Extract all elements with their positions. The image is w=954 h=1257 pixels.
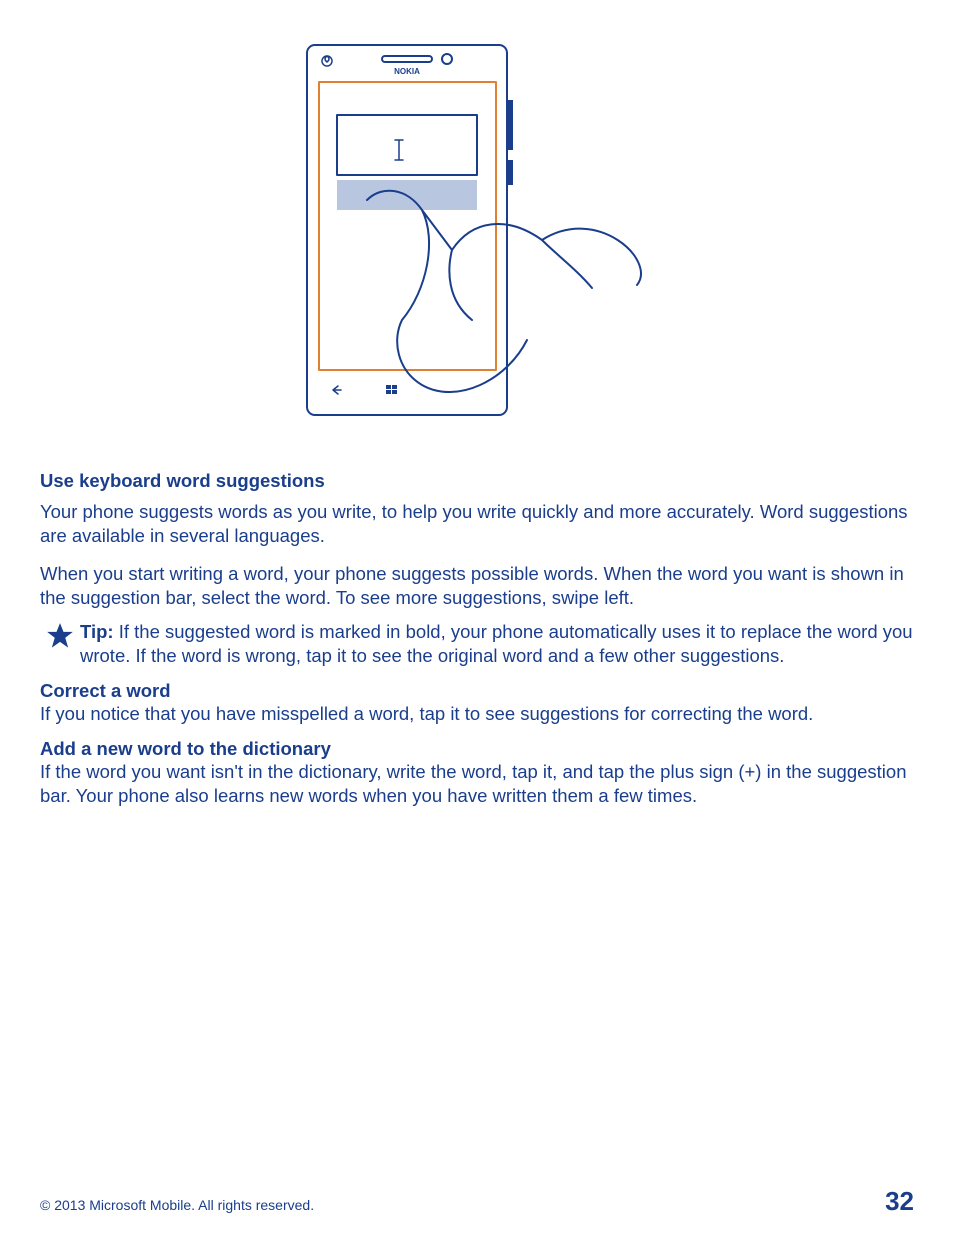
tip-block: Tip: If the suggested word is marked in …: [40, 620, 914, 668]
star-icon: [40, 620, 80, 650]
phone-illustration: NOKIA: [297, 40, 657, 440]
para-howto: When you start writing a word, your phon…: [40, 562, 914, 610]
tip-body: If the suggested word is marked in bold,…: [80, 621, 913, 666]
phone-brand-label: NOKIA: [394, 67, 420, 76]
tip-label: Tip:: [80, 621, 114, 642]
para-intro: Your phone suggests words as you write, …: [40, 500, 914, 548]
body-add-word: If the word you want isn't in the dictio…: [40, 760, 914, 808]
tip-text: Tip: If the suggested word is marked in …: [80, 620, 914, 668]
page-number: 32: [885, 1186, 914, 1217]
copyright-text: © 2013 Microsoft Mobile. All rights rese…: [40, 1197, 314, 1213]
heading-correct-word: Correct a word: [40, 680, 914, 702]
heading-add-word: Add a new word to the dictionary: [40, 738, 914, 760]
page-footer: © 2013 Microsoft Mobile. All rights rese…: [40, 1186, 914, 1217]
body-correct-word: If you notice that you have misspelled a…: [40, 702, 914, 726]
heading-use-keyboard: Use keyboard word suggestions: [40, 470, 914, 492]
